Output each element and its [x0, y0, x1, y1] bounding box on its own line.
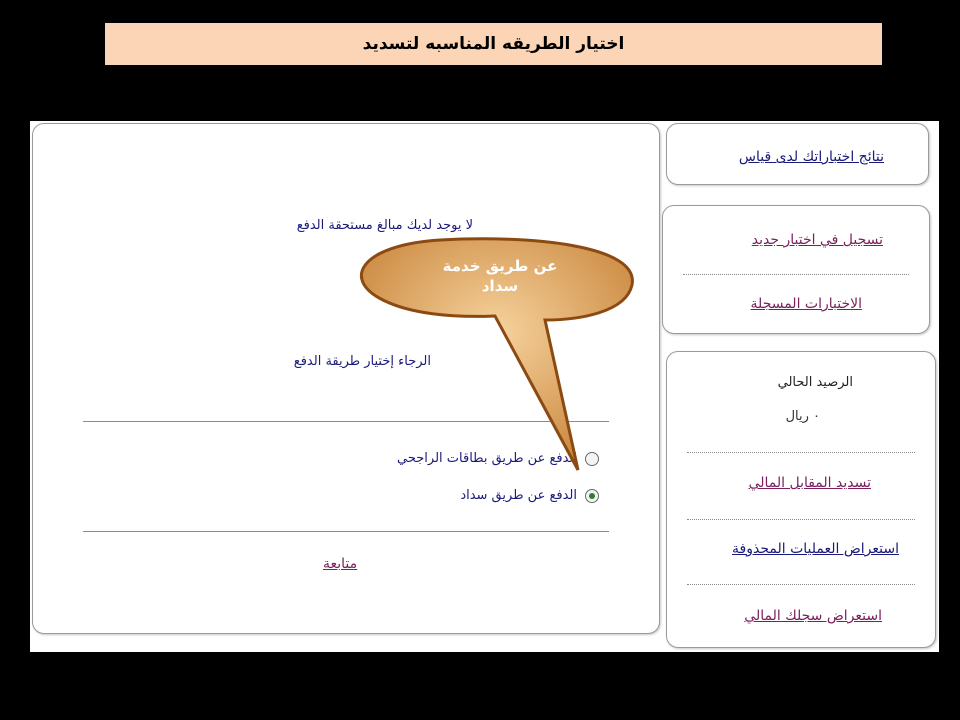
callout-line-1: عن طريق خدمة — [442, 257, 558, 275]
callout-text: عن طريق خدمة سداد — [420, 256, 580, 296]
callout-line-2: سداد — [481, 277, 519, 295]
callout-bubble — [359, 237, 634, 471]
